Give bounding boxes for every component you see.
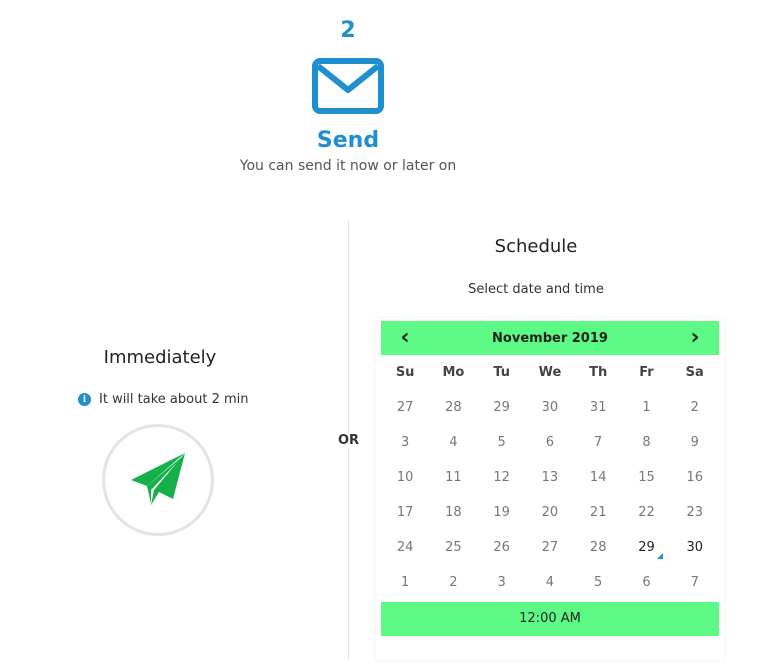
day-cell[interactable]: 22 xyxy=(622,495,670,530)
or-label: OR xyxy=(336,433,362,448)
day-cell[interactable]: 28 xyxy=(574,530,622,565)
day-cell[interactable]: 25 xyxy=(429,530,477,565)
week-row: 3 4 5 6 7 8 9 xyxy=(381,425,719,460)
day-cell[interactable]: 15 xyxy=(622,460,670,495)
day-cell[interactable]: 24 xyxy=(381,530,429,565)
day-cell[interactable]: 30 xyxy=(671,530,719,565)
weekday-label: Mo xyxy=(442,365,465,380)
weekday-label: Th xyxy=(589,365,608,380)
day-cell[interactable]: 19 xyxy=(478,495,526,530)
weekday-label: Su xyxy=(395,365,415,380)
day-cell[interactable]: 10 xyxy=(381,460,429,495)
day-cell[interactable]: 5 xyxy=(478,425,526,460)
day-cell[interactable]: 3 xyxy=(381,425,429,460)
day-cell[interactable]: 4 xyxy=(429,425,477,460)
day-cell[interactable]: 2 xyxy=(671,390,719,425)
calendar-header: ‹ November 2019 › xyxy=(381,321,719,355)
day-cell[interactable]: 31 xyxy=(574,390,622,425)
step-title: Send xyxy=(316,128,380,153)
next-month-button[interactable]: › xyxy=(671,321,719,355)
day-cell[interactable]: 12 xyxy=(478,460,526,495)
day-cell[interactable]: 6 xyxy=(526,425,574,460)
week-row: 24 25 26 27 28 29 30 xyxy=(381,530,719,565)
immediately-info: i It will take about 2 min xyxy=(78,392,248,407)
day-cell[interactable]: 27 xyxy=(526,530,574,565)
immediately-info-text: It will take about 2 min xyxy=(99,392,249,407)
day-cell[interactable]: 7 xyxy=(574,425,622,460)
day-cell[interactable]: 4 xyxy=(526,565,574,600)
weekday-label: Sa xyxy=(685,365,704,380)
weekday-label: Fr xyxy=(639,365,654,380)
step-number: 2 xyxy=(340,18,356,43)
schedule-title: Schedule xyxy=(494,236,578,257)
day-cell[interactable]: 6 xyxy=(622,565,670,600)
week-row: 10 11 12 13 14 15 16 xyxy=(381,460,719,495)
time-picker-toggle[interactable]: 12:00 AM xyxy=(381,602,719,636)
day-cell[interactable]: 9 xyxy=(671,425,719,460)
day-cell[interactable]: 1 xyxy=(622,390,670,425)
day-cell[interactable]: 11 xyxy=(429,460,477,495)
envelope-icon xyxy=(312,58,384,114)
day-cell[interactable]: 18 xyxy=(429,495,477,530)
week-row: 27 28 29 30 31 1 2 xyxy=(381,390,719,425)
week-row: 17 18 19 20 21 22 23 xyxy=(381,495,719,530)
day-cell[interactable]: 14 xyxy=(574,460,622,495)
day-cell[interactable]: 7 xyxy=(671,565,719,600)
day-cell-today[interactable]: 29 xyxy=(622,530,670,565)
step-subtitle: You can send it now or later on xyxy=(239,158,457,174)
month-label[interactable]: November 2019 xyxy=(492,331,608,346)
day-cell[interactable]: 3 xyxy=(478,565,526,600)
day-cell[interactable]: 16 xyxy=(671,460,719,495)
day-cell[interactable]: 21 xyxy=(574,495,622,530)
weekday-label: Tu xyxy=(493,365,511,380)
immediately-title: Immediately xyxy=(103,347,217,368)
calendar-grid: Su Mo Tu We Th Fr Sa 27 28 29 30 31 1 2 … xyxy=(381,355,719,600)
day-cell[interactable]: 20 xyxy=(526,495,574,530)
week-row: 1 2 3 4 5 6 7 xyxy=(381,565,719,600)
weekday-label: We xyxy=(538,365,562,380)
send-now-button[interactable] xyxy=(102,424,214,536)
day-cell[interactable]: 28 xyxy=(429,390,477,425)
day-cell[interactable]: 13 xyxy=(526,460,574,495)
date-picker: ‹ November 2019 › Su Mo Tu We Th Fr Sa 2… xyxy=(376,318,724,660)
prev-month-button[interactable]: ‹ xyxy=(381,321,429,355)
day-cell[interactable]: 8 xyxy=(622,425,670,460)
day-cell[interactable]: 1 xyxy=(381,565,429,600)
day-cell[interactable]: 17 xyxy=(381,495,429,530)
day-cell[interactable]: 5 xyxy=(574,565,622,600)
day-cell[interactable]: 26 xyxy=(478,530,526,565)
day-cell[interactable]: 27 xyxy=(381,390,429,425)
weekday-row: Su Mo Tu We Th Fr Sa xyxy=(381,355,719,390)
day-cell[interactable]: 23 xyxy=(671,495,719,530)
day-cell[interactable]: 29 xyxy=(478,390,526,425)
day-cell[interactable]: 30 xyxy=(526,390,574,425)
day-cell[interactable]: 2 xyxy=(429,565,477,600)
info-icon: i xyxy=(78,393,91,406)
paper-plane-icon xyxy=(131,453,185,505)
schedule-subtitle: Select date and time xyxy=(468,282,604,297)
